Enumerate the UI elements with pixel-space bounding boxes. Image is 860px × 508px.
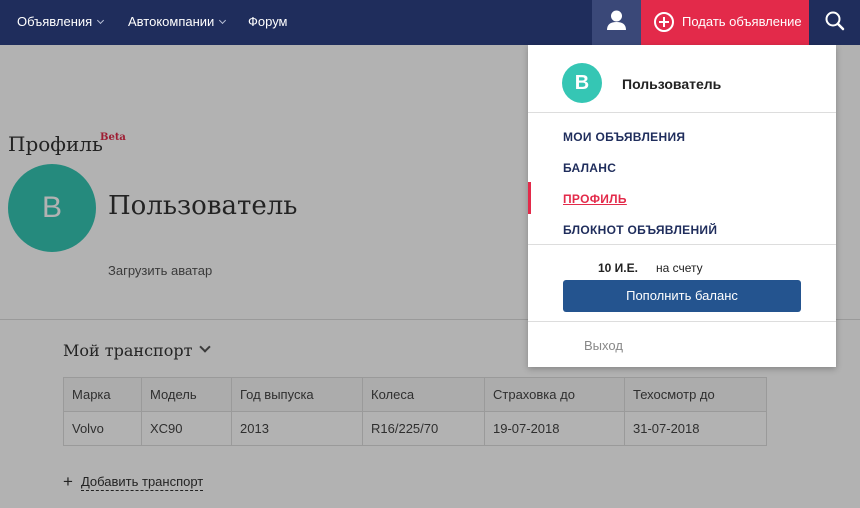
- nav-item-forum-label: Форум: [248, 14, 288, 29]
- menu-item-balance[interactable]: БАЛАНС: [563, 161, 616, 175]
- active-indicator: [528, 182, 531, 214]
- nav-item-autocompanies-label: Автокомпании: [128, 14, 215, 29]
- chevron-down-icon: [97, 16, 105, 25]
- logout-link[interactable]: Выход: [584, 338, 623, 353]
- search-icon: [825, 11, 845, 31]
- user-menu-button[interactable]: [592, 0, 641, 45]
- nav-item-ads-label: Объявления: [17, 14, 93, 29]
- dropdown-user-name: Пользователь: [622, 76, 722, 92]
- nav-item-autocompanies[interactable]: Автокомпании: [128, 0, 227, 45]
- nav-item-forum[interactable]: Форум: [248, 0, 288, 45]
- chevron-down-icon: [219, 16, 227, 25]
- menu-item-profile[interactable]: ПРОФИЛЬ: [563, 192, 627, 206]
- search-button[interactable]: [809, 0, 860, 45]
- menu-item-my-ads[interactable]: МОИ ОБЪЯВЛЕНИЯ: [563, 130, 685, 144]
- nav-item-ads[interactable]: Объявления: [17, 0, 105, 45]
- divider: [528, 244, 836, 245]
- post-ad-button[interactable]: Подать объявление: [641, 0, 809, 45]
- top-up-balance-button[interactable]: Пополнить баланс: [563, 280, 801, 312]
- divider: [528, 321, 836, 322]
- top-navbar: Объявления Автокомпании Форум Подать объ…: [0, 0, 860, 45]
- divider: [528, 112, 836, 113]
- user-icon: [607, 10, 626, 30]
- user-dropdown: В Пользователь МОИ ОБЪЯВЛЕНИЯ БАЛАНС ПРО…: [528, 45, 836, 367]
- avatar: В: [562, 63, 602, 103]
- balance-amount: 10 И.Е.: [598, 261, 638, 275]
- balance-info: 10 И.Е. на счету: [598, 261, 703, 275]
- menu-item-ads-notebook[interactable]: БЛОКНОТ ОБЪЯВЛЕНИЙ: [563, 223, 717, 237]
- post-ad-label: Подать объявление: [682, 14, 802, 29]
- plus-circle-icon: [654, 12, 674, 32]
- balance-suffix: на счету: [655, 261, 703, 275]
